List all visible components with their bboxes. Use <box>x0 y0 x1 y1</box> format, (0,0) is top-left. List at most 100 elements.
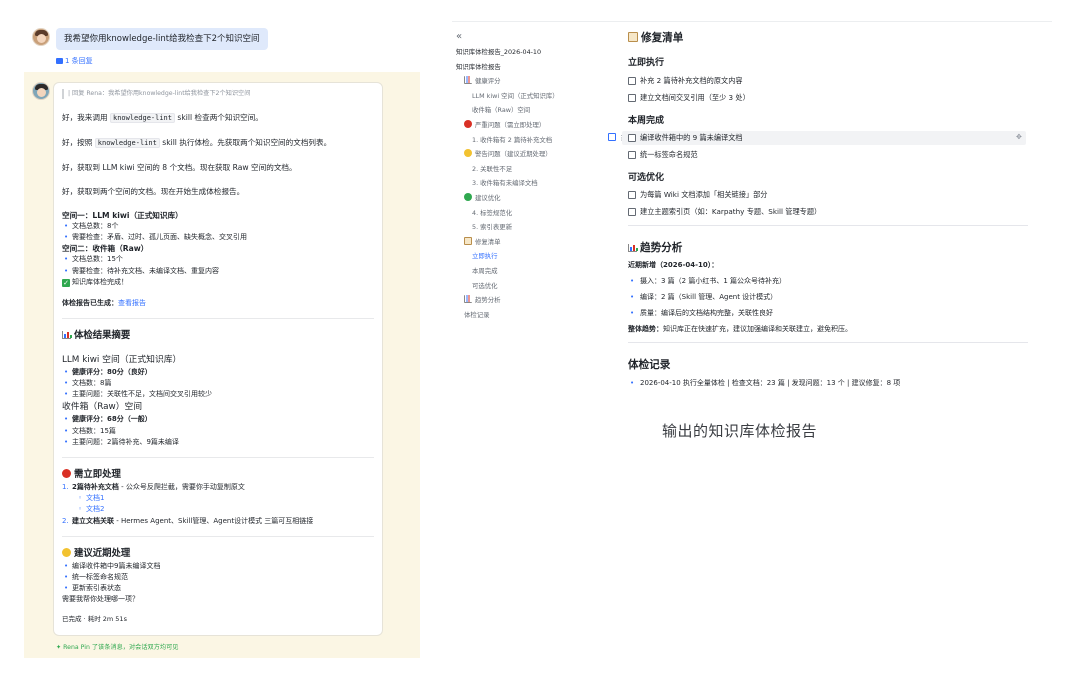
recent-title: 建议近期处理 <box>62 547 374 561</box>
list-item: 编译：2 篇（Skill 管理、Agent 设计模式） <box>628 292 1048 302</box>
space2-title: 空间二：收件箱（Raw） <box>62 244 149 254</box>
toc-item[interactable]: 建议优化 <box>456 191 606 206</box>
list-item: 健康评分：80分（良好） <box>62 367 374 378</box>
optional-heading: 可选优化 <box>628 173 665 183</box>
toc-item-label: 1. 收件箱有 2 篇待补充文档 <box>472 135 553 144</box>
list-item: 更新索引表状态 <box>62 583 374 594</box>
hovered-task-row[interactable]: ⋮ ✥ 编译收件箱中的 9 篇未编译文档 <box>608 131 1048 145</box>
list-item: 编译收件箱中9篇未编译文档 <box>62 561 374 572</box>
user-message-row: 我希望你用knowledge-lint给我检查下2个知识空间 1 条回复 <box>24 18 420 72</box>
checkbox[interactable] <box>628 94 636 102</box>
bot-message-card[interactable]: | 回复 Rena：我希望你用knowledge-lint给我检查下2个知识空间… <box>53 82 383 636</box>
toc-item[interactable]: 严重问题（需立即处理） <box>456 118 606 133</box>
list-item: 文档总数：15个 <box>62 254 374 265</box>
task-item[interactable]: 编译收件箱中的 9 篇未编译文档 <box>628 133 1048 143</box>
list-item: 文档数：15篇 <box>62 426 374 437</box>
comment-icon <box>56 58 63 64</box>
toc-item[interactable]: 知识库体检报告_2026-04-10 <box>456 45 606 60</box>
green-circle-icon <box>464 192 472 201</box>
checkbox[interactable] <box>628 134 636 142</box>
toc-item-label: 体检记录 <box>464 310 490 319</box>
question-line: 需要我帮你处理哪一项？ <box>62 595 139 604</box>
toc-item[interactable]: 可选优化 <box>456 279 606 294</box>
checkbox[interactable] <box>628 191 636 199</box>
list-item: 文档总数：8个 <box>62 221 374 232</box>
toc-item[interactable]: 警告问题（建议近期处理） <box>456 147 606 162</box>
toc-item-label: 严重问题（需立即处理） <box>475 120 546 129</box>
toc-item[interactable]: 2. 关联性不足 <box>456 162 606 177</box>
checkbox[interactable] <box>628 151 636 159</box>
doc2-link[interactable]: 文档2 <box>62 504 374 515</box>
user-message-bubble[interactable]: 我希望你用knowledge-lint给我检查下2个知识空间 <box>56 28 268 50</box>
message-line: 好，获取到 LLM kiwi 空间的 8 个文档。现在获取 Raw 空间的文档。 <box>62 163 297 172</box>
bot-avatar[interactable] <box>32 82 50 100</box>
toc-item[interactable]: 知识库体检报告 <box>456 60 606 75</box>
list-item: 主要问题：2篇待补充、9篇未编译 <box>62 437 374 448</box>
toc-item-label: 4. 标签规范化 <box>472 208 513 217</box>
list-item: 建立文档关联 - Hermes Agent、Skill管理、Agent设计模式 … <box>62 516 374 527</box>
toc-item[interactable]: 修复清单 <box>456 235 606 250</box>
caption-text: 输出的知识库体检报告 <box>662 422 818 440</box>
checkbox[interactable] <box>628 208 636 216</box>
report-line: 体检报告已生成：查看报告 <box>62 298 146 307</box>
toc-item-label: 警告问题（建议近期处理） <box>475 150 552 159</box>
chart-icon <box>62 330 72 339</box>
inbox-title: 收件箱（Raw）空间 <box>62 402 143 413</box>
toc-item[interactable]: 本周完成 <box>456 264 606 279</box>
toc-item[interactable]: 3. 收件箱有未编译文档 <box>456 176 606 191</box>
divider <box>628 342 1028 343</box>
toc-item-label: 知识库体检报告_2026-04-10 <box>456 48 542 56</box>
toc-item-label: 5. 索引表更新 <box>472 223 513 232</box>
reply-count-link[interactable]: 1 条回复 <box>56 56 93 66</box>
list-item: 需要检查：矛盾、过时、孤儿页面、缺失概念、交叉引用 <box>62 232 374 243</box>
message-line: 好，我来调用 knowledge-lint skill 检查两个知识空间。 <box>62 113 263 123</box>
toc-item-label: 可选优化 <box>472 281 498 290</box>
toc-item-label: 趋势分析 <box>475 296 501 305</box>
task-item[interactable]: 为每篇 Wiki 文档添加「相关链接」部分 <box>628 190 1048 200</box>
trend-subtitle: 近期新增（2026-04-10）： <box>628 261 719 269</box>
document-panel: « 知识库体检报告_2026-04-10 知识库体检报告健康评分 LLM kiwi … <box>446 0 1066 678</box>
toc-item-label: 2. 关联性不足 <box>472 164 513 173</box>
task-item[interactable]: 补充 2 篇待补充文档的原文内容 <box>628 76 1048 86</box>
inline-code: knowledge-lint <box>94 138 160 148</box>
list-item: 需要检查：待补充文档、未编译文档、重复内容 <box>62 266 374 277</box>
task-item[interactable]: 建立文档间交叉引用（至少 3 处） <box>628 93 1048 103</box>
toc-item-label: 知识库体检报告 <box>456 62 501 71</box>
task-item[interactable]: 统一标签命名规范 <box>628 150 1048 160</box>
toc-item[interactable]: 1. 收件箱有 2 篇待补充文档 <box>456 133 606 148</box>
chat-panel: 我希望你用knowledge-lint给我检查下2个知识空间 1 条回复 | 回… <box>24 18 420 658</box>
toc-item[interactable]: 体检记录 <box>456 308 606 323</box>
week-heading: 本周完成 <box>628 116 665 126</box>
toc-item-label: 3. 收件箱有未编译文档 <box>472 179 538 188</box>
view-report-link[interactable]: 查看报告 <box>118 299 146 307</box>
toc-item[interactable]: 健康评分 <box>456 74 606 89</box>
toc-item[interactable]: LLM kiwi 空间（正式知识库） <box>456 89 606 104</box>
collapse-sidebar-icon[interactable]: « <box>456 31 462 42</box>
list-item: 质量：编译后的文档结构完整，关联性良好 <box>628 308 1048 318</box>
toc-item-label: 收件箱（Raw）空间 <box>472 106 531 115</box>
reply-quote: | 回复 Rena：我希望你用knowledge-lint给我检查下2个知识空间 <box>62 89 374 99</box>
finished-status: 已完成 · 耗时 2m 51s <box>62 615 127 624</box>
record-heading: 体检记录 <box>628 359 671 371</box>
divider <box>62 535 374 537</box>
red-circle-icon <box>464 119 472 128</box>
chart-icon <box>464 76 472 85</box>
toc-item[interactable]: 收件箱（Raw）空间 <box>456 103 606 118</box>
yellow-circle-icon <box>62 547 71 557</box>
fix-list-heading: 修复清单 <box>628 30 1048 46</box>
toc-item[interactable]: 立即执行 <box>456 249 606 264</box>
inline-code: knowledge-lint <box>109 113 175 123</box>
check-icon: ✓ <box>62 278 70 287</box>
task-item[interactable]: 建立主题索引页（如：Karpathy 专题、Skill 管理专题） <box>628 207 1048 217</box>
list-item: 2篇待补充文档 - 公众号反爬拦截，需要你手动复制原文 <box>62 482 374 493</box>
toc-item[interactable]: 5. 索引表更新 <box>456 220 606 235</box>
red-circle-icon <box>62 469 71 479</box>
toc-item[interactable]: 4. 标签规范化 <box>456 206 606 221</box>
reply-count-label: 1 条回复 <box>65 57 93 65</box>
doc1-link[interactable]: 文档1 <box>62 493 374 504</box>
user-avatar[interactable] <box>32 28 50 46</box>
toc-item[interactable]: 趋势分析 <box>456 293 606 308</box>
message-line: 好，获取到两个空间的文档。现在开始生成体检报告。 <box>62 187 245 196</box>
block-handle-icon[interactable]: ⋮ <box>608 133 625 142</box>
checkbox[interactable] <box>628 77 636 85</box>
